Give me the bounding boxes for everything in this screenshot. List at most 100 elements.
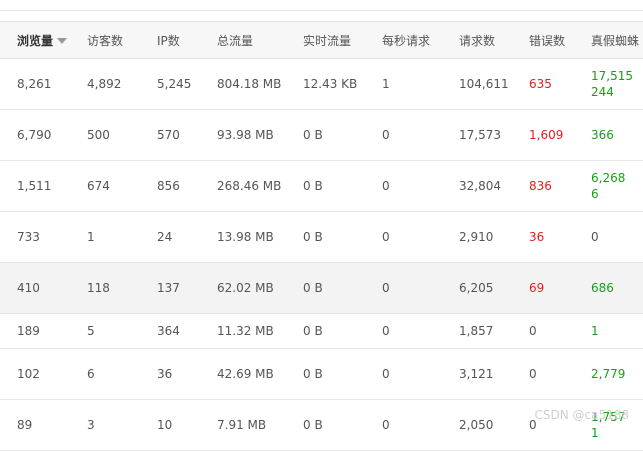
cell-uv: 500 (70, 109, 140, 161)
table-row: 89 3 10 7.91 MB 0 B 0 2,050 0 1,757 1 (0, 399, 643, 451)
cell-errors: 1,609 (512, 109, 574, 161)
cell-requests-per-second: 0 (365, 109, 442, 161)
column-header-realtime-traffic[interactable]: 实时流量 (286, 21, 365, 59)
cell-ip: 5,245 (140, 58, 200, 110)
cell-uv: 5 (70, 313, 140, 349)
cell-requests: 3,121 (442, 348, 512, 400)
cell-ip: 137 (140, 262, 200, 314)
cell-ip: 570 (140, 109, 200, 161)
cell-spiders[interactable]: 366 (574, 109, 643, 161)
table-row: 8,261 4,892 5,245 804.18 MB 12.43 KB 1 1… (0, 58, 643, 110)
table-row: 189 5 364 11.32 MB 0 B 0 1,857 0 1 (0, 313, 643, 349)
cell-uv: 4,892 (70, 58, 140, 110)
cell-requests: 1,857 (442, 313, 512, 349)
cell-realtime-traffic: 0 B (286, 109, 365, 161)
cell-total-traffic: 62.02 MB (200, 262, 286, 314)
cell-requests: 2,050 (442, 399, 512, 451)
column-header-spiders[interactable]: 真假蜘蛛 (574, 21, 643, 59)
column-header-errors[interactable]: 错误数 (512, 21, 574, 59)
cell-total-traffic: 93.98 MB (200, 109, 286, 161)
cell-total-traffic: 13.98 MB (200, 211, 286, 263)
table-row: 410 118 137 62.02 MB 0 B 0 6,205 69 686 (0, 262, 643, 314)
spider-value-line2: 6 (591, 187, 599, 201)
cell-spiders[interactable]: 1 (574, 313, 643, 349)
cell-uv: 118 (70, 262, 140, 314)
spider-value-line1: 2,779 (591, 367, 626, 381)
cell-errors: 635 (512, 58, 574, 110)
cell-uv: 6 (70, 348, 140, 400)
cell-total-traffic: 268.46 MB (200, 160, 286, 212)
cell-ip: 36 (140, 348, 200, 400)
cell-ip: 856 (140, 160, 200, 212)
table-row: 733 1 24 13.98 MB 0 B 0 2,910 36 0 (0, 211, 643, 263)
cell-ip: 364 (140, 313, 200, 349)
cell-requests: 32,804 (442, 160, 512, 212)
cell-requests: 2,910 (442, 211, 512, 263)
cell-pv: 733 (0, 211, 70, 263)
column-header-requests[interactable]: 请求数 (442, 21, 512, 59)
cell-spiders[interactable]: 6,268 6 (574, 160, 643, 212)
cell-pv: 1,511 (0, 160, 70, 212)
table-row: 1,511 674 856 268.46 MB 0 B 0 32,804 836… (0, 160, 643, 212)
spider-value-line1: 1,757 (591, 410, 626, 424)
cell-requests-per-second: 0 (365, 160, 442, 212)
cell-requests: 6,205 (442, 262, 512, 314)
cell-realtime-traffic: 0 B (286, 160, 365, 212)
cell-errors: 0 (512, 348, 574, 400)
cell-requests-per-second: 0 (365, 399, 442, 451)
cell-requests-per-second: 0 (365, 313, 442, 349)
column-header-uv[interactable]: 访客数 (70, 21, 140, 59)
cell-spiders[interactable]: 686 (574, 262, 643, 314)
table-header-row: 浏览量 访客数 IP数 总流量 实时流量 每秒请求 请求数 错误数 真假蜘蛛 (0, 21, 643, 59)
cell-requests-per-second: 1 (365, 58, 442, 110)
column-header-total-traffic[interactable]: 总流量 (200, 21, 286, 59)
cell-total-traffic: 11.32 MB (200, 313, 286, 349)
cell-uv: 3 (70, 399, 140, 451)
cell-realtime-traffic: 0 B (286, 313, 365, 349)
spider-value-line2: 244 (591, 85, 614, 99)
cell-pv: 102 (0, 348, 70, 400)
cell-requests: 17,573 (442, 109, 512, 161)
sort-desc-icon[interactable] (57, 38, 68, 44)
table-row: 102 6 36 42.69 MB 0 B 0 3,121 0 2,779 (0, 348, 643, 400)
cell-pv: 8,261 (0, 58, 70, 110)
column-header-ip[interactable]: IP数 (140, 21, 200, 59)
cell-realtime-traffic: 0 B (286, 262, 365, 314)
cell-uv: 674 (70, 160, 140, 212)
cell-total-traffic: 804.18 MB (200, 58, 286, 110)
cell-realtime-traffic: 0 B (286, 399, 365, 451)
cell-total-traffic: 42.69 MB (200, 348, 286, 400)
cell-ip: 24 (140, 211, 200, 263)
column-header-pv[interactable]: 浏览量 (0, 21, 70, 59)
cell-realtime-traffic: 0 B (286, 211, 365, 263)
cell-requests: 104,611 (442, 58, 512, 110)
cell-requests-per-second: 0 (365, 348, 442, 400)
table-row: 6,790 500 570 93.98 MB 0 B 0 17,573 1,60… (0, 109, 643, 161)
site-stats-table: 浏览量 访客数 IP数 总流量 实时流量 每秒请求 请求数 错误数 真假蜘蛛 8… (0, 21, 643, 451)
cell-errors: 36 (512, 211, 574, 263)
cell-pv: 89 (0, 399, 70, 451)
cell-requests-per-second: 0 (365, 262, 442, 314)
cell-pv: 410 (0, 262, 70, 314)
cell-pv: 6,790 (0, 109, 70, 161)
cell-pv: 189 (0, 313, 70, 349)
cell-spiders: 0 (574, 211, 643, 263)
cell-spiders[interactable]: 1,757 1 (574, 399, 643, 451)
top-divider (0, 0, 643, 11)
cell-spiders[interactable]: 17,515 244 (574, 58, 643, 110)
cell-spiders[interactable]: 2,779 (574, 348, 643, 400)
cell-errors: 0 (512, 399, 574, 451)
cell-requests-per-second: 0 (365, 211, 442, 263)
spider-value-line1: 366 (591, 128, 614, 142)
cell-uv: 1 (70, 211, 140, 263)
cell-total-traffic: 7.91 MB (200, 399, 286, 451)
spider-value-line1: 686 (591, 281, 614, 295)
spider-value-line1: 17,515 (591, 69, 633, 83)
column-header-requests-per-second[interactable]: 每秒请求 (365, 21, 442, 59)
cell-realtime-traffic: 0 B (286, 348, 365, 400)
spider-value-line2: 1 (591, 426, 599, 440)
spider-value-line1: 1 (591, 324, 599, 338)
cell-ip: 10 (140, 399, 200, 451)
spider-value-line1: 6,268 (591, 171, 626, 185)
cell-realtime-traffic: 12.43 KB (286, 58, 365, 110)
